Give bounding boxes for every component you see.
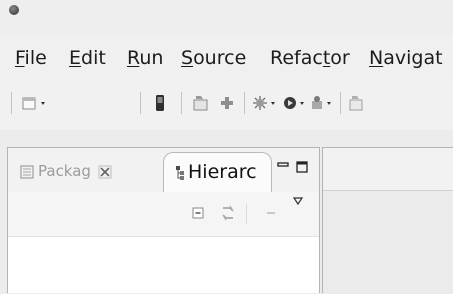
add-icon[interactable]: [219, 94, 235, 112]
title-bar: [0, 0, 453, 36]
menu-edit-post: dit: [81, 47, 106, 69]
focus-icon[interactable]: [264, 206, 278, 220]
collapse-all-icon[interactable]: [191, 206, 205, 220]
toolbar-separator: [181, 92, 182, 114]
toolbar-handle: [11, 92, 12, 114]
menu-source-post: ource: [193, 47, 247, 69]
menu-navigate-mnemonic: N: [369, 47, 384, 69]
main-toolbar: [0, 78, 453, 130]
device-icon[interactable]: [153, 94, 167, 112]
tab-hierarchy[interactable]: Hierarc: [163, 152, 272, 193]
package-explorer-icon: [20, 165, 34, 179]
menu-run[interactable]: Run: [127, 47, 163, 69]
menu-file[interactable]: File: [15, 47, 47, 69]
toolbar-separator: [140, 92, 141, 114]
editor-area: [322, 147, 453, 294]
link-with-editor-icon[interactable]: [220, 204, 236, 222]
tab-package-explorer[interactable]: Packag: [16, 157, 146, 185]
package-explorer-panel: Packag Hierarc: [7, 147, 320, 293]
run-icon[interactable]: [282, 94, 310, 112]
close-icon[interactable]: [98, 165, 112, 179]
new-package-icon[interactable]: [348, 94, 366, 112]
view-menu-icon[interactable]: [292, 196, 304, 206]
type-hierarchy-icon: [176, 166, 184, 180]
external-tools-icon[interactable]: [310, 94, 338, 112]
toolbar-separator: [340, 92, 341, 114]
menu-bar: File Edit Run Source Refactor Navigat: [0, 36, 453, 78]
menu-edit-mnemonic: E: [69, 47, 82, 69]
menu-file-mnemonic: F: [15, 47, 25, 69]
editor-body: [323, 190, 453, 294]
tab-hierarchy-label: Hierarc: [188, 161, 257, 183]
menu-run-post: un: [139, 47, 164, 69]
menu-navigate-post: avigat: [383, 47, 443, 69]
menu-source[interactable]: Source: [181, 47, 246, 69]
view-toolbar: [8, 192, 319, 237]
maximize-icon[interactable]: [295, 160, 309, 174]
menu-source-mnemonic: S: [181, 47, 194, 69]
minimize-icon[interactable]: [276, 160, 290, 174]
new-wizard-icon[interactable]: [20, 94, 50, 112]
tab-package-explorer-label: Packag: [38, 162, 91, 180]
menu-refactor[interactable]: Refactor: [270, 47, 350, 69]
menu-file-post: ile: [24, 47, 47, 69]
package-wizard-icon[interactable]: [192, 94, 210, 112]
debug-icon[interactable]: [252, 94, 280, 112]
menu-navigate[interactable]: Navigat: [369, 47, 443, 69]
menu-refactor-pre: Refac: [270, 47, 323, 69]
view-toolbar-separator: [246, 204, 247, 224]
menu-run-mnemonic: R: [127, 47, 140, 69]
menu-refactor-post: or: [330, 47, 350, 69]
view-tab-strip: Packag Hierarc: [8, 148, 319, 193]
app-icon: [9, 5, 19, 15]
toolbar-separator: [244, 92, 245, 114]
menu-edit[interactable]: Edit: [69, 47, 106, 69]
